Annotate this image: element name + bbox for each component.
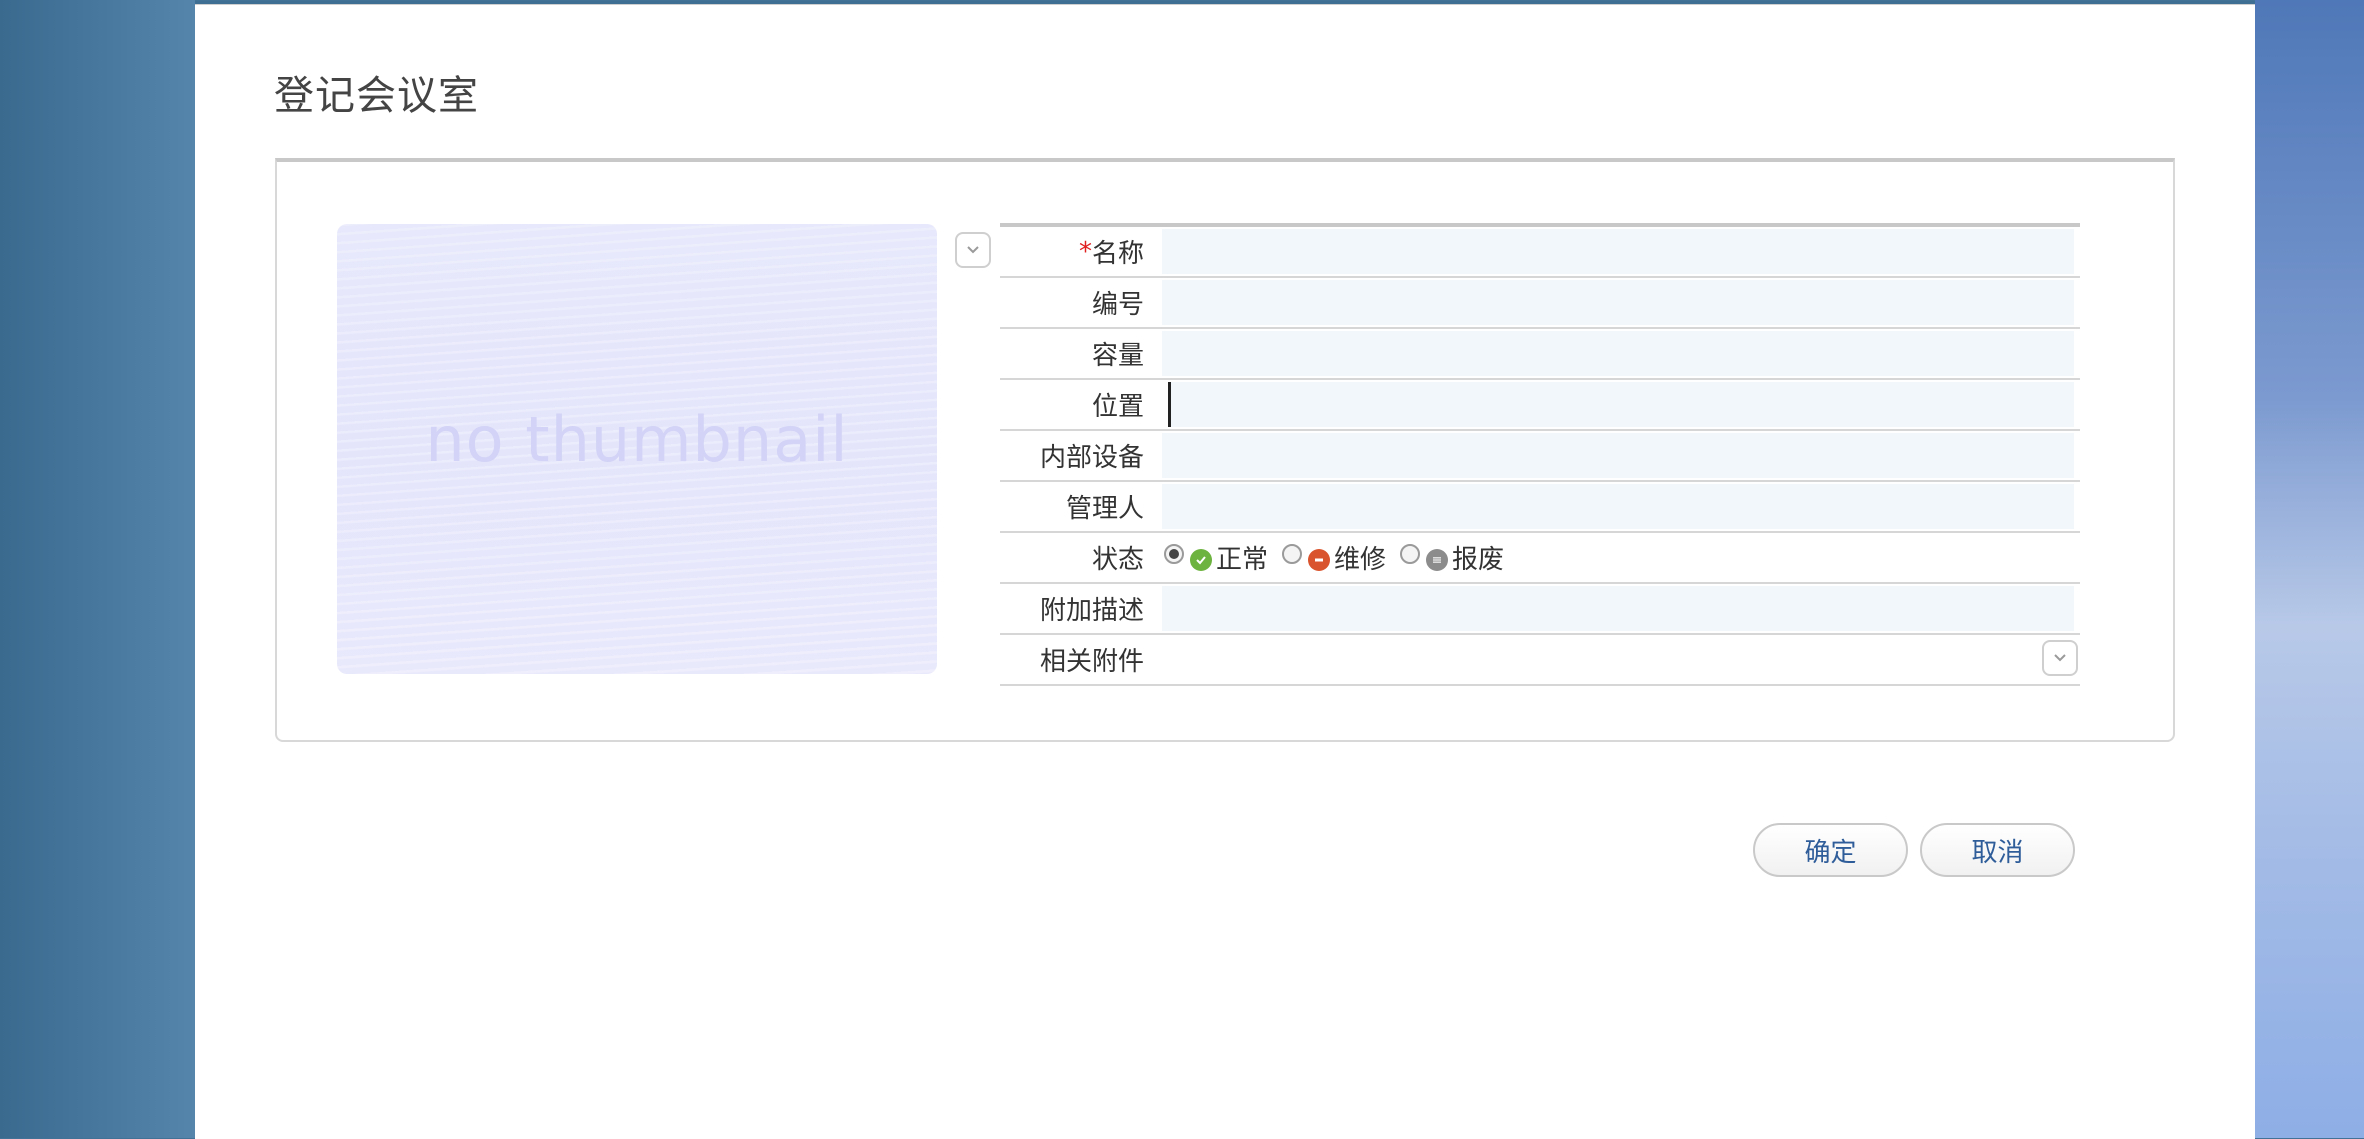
form-row-location: 位置 [1000,380,2080,431]
no-entry-icon [1308,548,1331,571]
form-row-description: 附加描述 [1000,584,2080,635]
form-row-status: 状态 正常 维修 报废 [1000,533,2080,584]
register-meeting-room-dialog: 登记会议室 no thumbnail * 名称 编号 容量 位置 内部设备 管理… [195,4,2255,1139]
status-label: 状态 [1091,545,1144,575]
confirm-button[interactable]: 确定 [1753,823,1908,877]
disabled-icon [1426,548,1449,571]
manager-input[interactable] [1162,484,2074,529]
location-input[interactable] [1168,382,2074,427]
status-radio-group: 正常 维修 报废 [1152,533,2080,582]
radio-repair[interactable] [1282,543,1303,564]
cancel-button[interactable]: 取消 [1920,823,2075,877]
equipment-label: 内部设备 [1039,443,1144,473]
check-icon [1190,548,1212,571]
form-row-number: 编号 [1000,278,2080,329]
required-mark: * [1078,236,1092,267]
dialog-title: 登记会议室 [274,73,479,119]
status-option-normal[interactable]: 正常 [1164,539,1268,576]
room-form: * 名称 编号 容量 位置 内部设备 管理人 状态 正常 维修 报废 附加描述 … [1000,223,2080,686]
number-label: 编号 [1091,290,1144,320]
name-label: 名称 [1091,239,1144,269]
name-input[interactable] [1162,229,2074,274]
collapse-form-button[interactable] [955,232,991,268]
radio-selected-dot [1169,548,1179,559]
form-row-attachments: 相关附件 [1000,635,2080,686]
description-label: 附加描述 [1039,596,1144,626]
chevron-down-icon [2054,654,2066,662]
form-row-capacity: 容量 [1000,329,2080,380]
manager-label: 管理人 [1065,494,1144,524]
status-option-repair[interactable]: 维修 [1282,539,1386,576]
status-normal-label: 正常 [1216,545,1269,575]
radio-scrapped[interactable] [1400,543,1421,564]
thumbnail-text: no thumbnail [425,402,849,476]
thumbnail-placeholder: no thumbnail [337,224,937,674]
form-row-name: * 名称 [1000,227,2080,278]
radio-normal[interactable] [1164,543,1184,564]
status-option-scrapped[interactable]: 报废 [1400,539,1504,576]
background-right [2255,0,2364,1138]
status-scrapped-label: 报废 [1452,545,1505,575]
location-label: 位置 [1091,392,1144,422]
capacity-label: 容量 [1091,341,1144,371]
attachments-label: 相关附件 [1039,647,1144,677]
attachments-expand-button[interactable] [2042,640,2078,676]
equipment-input[interactable] [1162,433,2074,478]
form-row-manager: 管理人 [1000,482,2080,533]
background-left [0,0,195,1138]
dialog-buttons: 确定 取消 [1753,823,2075,877]
form-row-equipment: 内部设备 [1000,431,2080,482]
number-input[interactable] [1162,280,2074,325]
form-panel: no thumbnail * 名称 编号 容量 位置 内部设备 管理人 状态 正… [275,158,2175,742]
capacity-input[interactable] [1162,331,2074,376]
chevron-down-icon [967,246,979,254]
description-input[interactable] [1162,586,2074,631]
status-repair-label: 维修 [1334,545,1387,575]
